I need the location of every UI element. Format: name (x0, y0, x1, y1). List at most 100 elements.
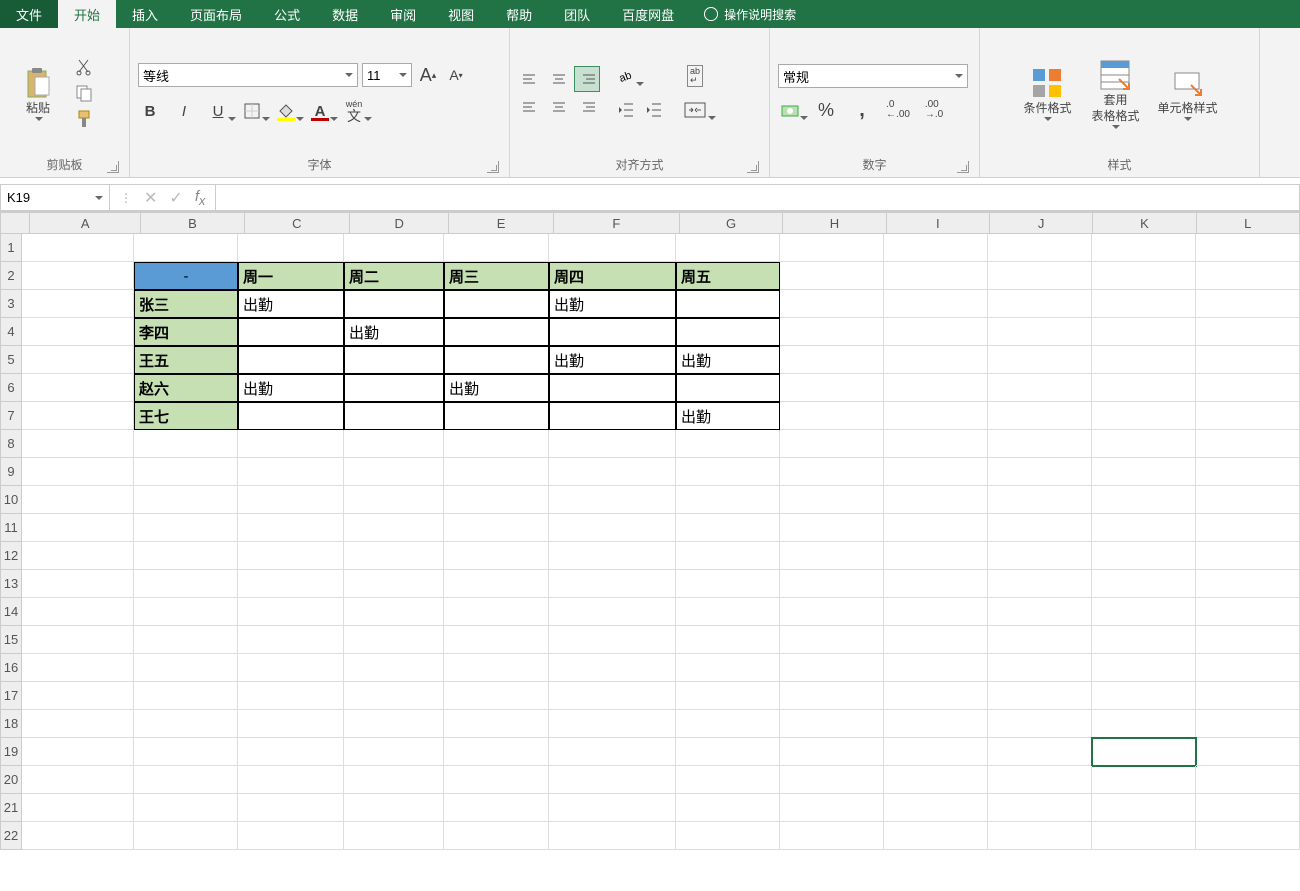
font-name-combo[interactable]: 等线 (138, 63, 358, 87)
cell-H3[interactable] (780, 290, 884, 318)
cell-J13[interactable] (988, 570, 1092, 598)
cell-H18[interactable] (780, 710, 884, 738)
cell-C10[interactable] (238, 486, 344, 514)
italic-button[interactable]: I (172, 99, 196, 123)
cell-C12[interactable] (238, 542, 344, 570)
column-header-G[interactable]: G (680, 212, 783, 234)
cell-C14[interactable] (238, 598, 344, 626)
cell-L5[interactable] (1196, 346, 1300, 374)
decrease-indent-button[interactable] (614, 98, 638, 122)
cell-A7[interactable] (22, 402, 134, 430)
cell-E4[interactable] (444, 318, 549, 346)
row-header-16[interactable]: 16 (0, 654, 22, 682)
cell-G11[interactable] (676, 514, 780, 542)
cell-G3[interactable] (676, 290, 780, 318)
cell-E15[interactable] (444, 626, 549, 654)
cell-K19[interactable] (1092, 738, 1196, 766)
cell-B10[interactable] (134, 486, 238, 514)
cell-L12[interactable] (1196, 542, 1300, 570)
cell-C11[interactable] (238, 514, 344, 542)
cell-D2[interactable]: 周二 (344, 262, 444, 290)
cell-A3[interactable] (22, 290, 134, 318)
currency-button[interactable] (778, 98, 802, 122)
cell-L14[interactable] (1196, 598, 1300, 626)
cell-I14[interactable] (884, 598, 988, 626)
underline-button[interactable]: U (206, 99, 230, 123)
cell-J16[interactable] (988, 654, 1092, 682)
cell-J14[interactable] (988, 598, 1092, 626)
cell-F4[interactable] (549, 318, 676, 346)
cell-A2[interactable] (22, 262, 134, 290)
column-header-E[interactable]: E (449, 212, 553, 234)
cell-F9[interactable] (549, 458, 676, 486)
cell-E5[interactable] (444, 346, 549, 374)
cell-G10[interactable] (676, 486, 780, 514)
cell-G13[interactable] (676, 570, 780, 598)
cell-A19[interactable] (22, 738, 134, 766)
cell-E7[interactable] (444, 402, 549, 430)
cell-D6[interactable] (344, 374, 444, 402)
cell-D11[interactable] (344, 514, 444, 542)
dialog-launcher-icon[interactable] (747, 161, 759, 173)
column-header-J[interactable]: J (990, 212, 1093, 234)
cell-K6[interactable] (1092, 374, 1196, 402)
cell-J11[interactable] (988, 514, 1092, 542)
wrap-text-button[interactable]: ab↵ (680, 64, 710, 88)
cell-L13[interactable] (1196, 570, 1300, 598)
row-header-5[interactable]: 5 (0, 346, 22, 374)
cancel-icon[interactable]: ✕ (144, 188, 157, 208)
cell-K9[interactable] (1092, 458, 1196, 486)
cell-C20[interactable] (238, 766, 344, 794)
cell-J22[interactable] (988, 822, 1092, 850)
cell-G2[interactable]: 周五 (676, 262, 780, 290)
cell-F5[interactable]: 出勤 (549, 346, 676, 374)
cell-I6[interactable] (884, 374, 988, 402)
tab-view[interactable]: 视图 (432, 0, 490, 28)
cell-J5[interactable] (988, 346, 1092, 374)
tab-page-layout[interactable]: 页面布局 (174, 0, 258, 28)
cell-E2[interactable]: 周三 (444, 262, 549, 290)
cell-C5[interactable] (238, 346, 344, 374)
tab-team[interactable]: 团队 (548, 0, 606, 28)
column-header-A[interactable]: A (30, 212, 141, 234)
cell-I20[interactable] (884, 766, 988, 794)
cell-J7[interactable] (988, 402, 1092, 430)
cell-G21[interactable] (676, 794, 780, 822)
cell-E16[interactable] (444, 654, 549, 682)
cell-J8[interactable] (988, 430, 1092, 458)
increase-font-icon[interactable]: A▴ (416, 63, 440, 87)
phonetic-button[interactable]: wén文 (342, 99, 366, 123)
percent-button[interactable]: % (814, 98, 838, 122)
cell-D17[interactable] (344, 682, 444, 710)
cell-C3[interactable]: 出勤 (238, 290, 344, 318)
cell-D16[interactable] (344, 654, 444, 682)
column-header-D[interactable]: D (350, 212, 449, 234)
cell-F14[interactable] (549, 598, 676, 626)
cell-E19[interactable] (444, 738, 549, 766)
comma-button[interactable]: , (850, 98, 874, 122)
cell-L8[interactable] (1196, 430, 1300, 458)
column-header-C[interactable]: C (245, 212, 350, 234)
cell-L9[interactable] (1196, 458, 1300, 486)
formula-input[interactable] (216, 184, 1300, 211)
cell-H13[interactable] (780, 570, 884, 598)
cell-H21[interactable] (780, 794, 884, 822)
cell-E10[interactable] (444, 486, 549, 514)
cell-H14[interactable] (780, 598, 884, 626)
cell-I12[interactable] (884, 542, 988, 570)
cell-C7[interactable] (238, 402, 344, 430)
tab-baidu[interactable]: 百度网盘 (606, 0, 690, 28)
cell-E11[interactable] (444, 514, 549, 542)
cell-J2[interactable] (988, 262, 1092, 290)
increase-indent-button[interactable] (642, 98, 666, 122)
cell-K16[interactable] (1092, 654, 1196, 682)
cell-E3[interactable] (444, 290, 549, 318)
cell-H22[interactable] (780, 822, 884, 850)
cell-D8[interactable] (344, 430, 444, 458)
cell-J15[interactable] (988, 626, 1092, 654)
cell-I2[interactable] (884, 262, 988, 290)
cell-G15[interactable] (676, 626, 780, 654)
cell-B16[interactable] (134, 654, 238, 682)
cell-F16[interactable] (549, 654, 676, 682)
cell-J1[interactable] (988, 234, 1092, 262)
